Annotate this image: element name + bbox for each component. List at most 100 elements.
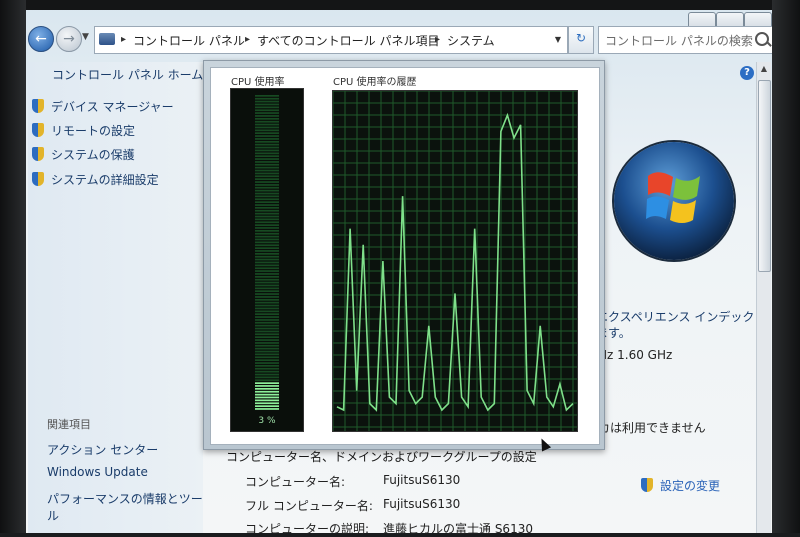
sidebar-item-remote-settings[interactable]: リモートの設定 [32, 122, 135, 139]
meter-segment [255, 106, 279, 109]
breadcrumb-all-items[interactable]: すべてのコントロール パネル項目 [257, 32, 440, 49]
sidebar-home-link[interactable]: コントロール パネル ホーム [52, 66, 203, 83]
meter-segment [255, 129, 279, 132]
related-action-center[interactable]: アクション センター [47, 441, 158, 458]
experience-index-link[interactable]: エクスペリエンス インデック [596, 308, 754, 325]
computer-name-label: コンピューター名: [245, 475, 346, 489]
forward-arrow-icon: → [63, 31, 75, 47]
meter-segment [255, 244, 279, 247]
computer-description-value: 進藤ヒカルの富士通 S6130 [383, 522, 533, 536]
shield-icon [32, 99, 44, 113]
meter-segment [255, 330, 279, 333]
history-dropdown-icon[interactable]: ▼ [82, 32, 89, 42]
breadcrumb-separator-icon[interactable]: ▸ [245, 34, 250, 45]
meter-segment [255, 143, 279, 146]
scroll-thumb[interactable] [758, 80, 771, 272]
back-arrow-icon: ← [35, 31, 47, 47]
meter-segment [255, 95, 279, 97]
refresh-button[interactable]: ↻ [568, 26, 594, 54]
meter-segment [255, 313, 279, 315]
meter-segment [255, 178, 279, 180]
sidebar-item-system-protection[interactable]: システムの保護 [32, 146, 135, 163]
meter-segment [255, 293, 279, 295]
meter-segment [255, 215, 279, 218]
meter-segment [255, 373, 279, 376]
computer-name-value: FujitsuS6130 [383, 473, 461, 487]
related-windows-update[interactable]: Windows Update [47, 465, 148, 479]
meter-segment [255, 304, 279, 307]
address-bar[interactable]: ▸ コントロール パネル ▸ すべてのコントロール パネル項目 ▸ システム ▼ [94, 26, 568, 54]
cpu-history-graph [332, 90, 578, 432]
full-computer-name-label: フル コンピューター名: [245, 499, 373, 513]
meter-segment [255, 278, 279, 281]
meter-segment [255, 103, 279, 106]
sidebar-item-advanced-settings[interactable]: システムの詳細設定 [32, 171, 159, 188]
meter-segment [255, 181, 279, 183]
cpu-history-line [336, 112, 574, 412]
help-icon[interactable]: ? [740, 66, 754, 80]
cpu-history-label: CPU 使用率の履歴 [333, 77, 417, 88]
meter-segment [255, 353, 279, 356]
meter-segment [255, 376, 279, 379]
meter-segment [255, 408, 279, 410]
meter-segment [255, 152, 279, 155]
meter-segment [255, 192, 279, 195]
back-button[interactable]: ← [28, 26, 54, 52]
shield-icon [32, 172, 44, 186]
meter-segment [255, 290, 279, 292]
monitor-bezel-top [0, 0, 800, 10]
meter-segment [255, 230, 279, 232]
search-icon[interactable] [755, 32, 769, 46]
meter-segment [255, 118, 279, 120]
meter-segment [255, 175, 279, 178]
meter-segment [255, 123, 279, 126]
search-input[interactable]: コントロール パネルの検索 [598, 26, 774, 54]
meter-segment [255, 270, 279, 272]
meter-segment [255, 141, 279, 143]
change-settings-link[interactable]: 設定の変更 [641, 477, 720, 494]
meter-segment [255, 359, 279, 361]
refresh-icon: ↻ [575, 31, 587, 45]
computer-description-label: コンピューターの説明: [245, 522, 370, 536]
breadcrumb-system[interactable]: システム [447, 32, 495, 49]
meter-segment [255, 138, 279, 140]
related-performance-info[interactable]: パフォーマンスの情報とツー [47, 490, 203, 507]
meter-segment [255, 296, 279, 298]
meter-segment [255, 126, 279, 129]
meter-segment [255, 350, 279, 353]
scrollbar[interactable]: ▲ [756, 62, 771, 533]
forward-button[interactable]: → [56, 26, 82, 52]
meter-segment [255, 161, 279, 163]
meter-segment [255, 393, 279, 396]
related-performance-info-cont[interactable]: ル [47, 507, 59, 524]
sidebar-item-device-manager[interactable]: デバイス マネージャー [32, 98, 174, 115]
related-heading: 関連項目 [47, 418, 91, 431]
shield-icon [32, 147, 44, 161]
breadcrumb-separator-icon[interactable]: ▸ [121, 34, 126, 45]
meter-segment [255, 333, 279, 336]
meter-segment [255, 310, 279, 313]
meter-segment [255, 218, 279, 221]
address-dropdown-icon[interactable]: ▼ [555, 35, 561, 44]
meter-segment [255, 195, 279, 198]
meter-segment [255, 342, 279, 344]
breadcrumb-control-panel[interactable]: コントロール パネル [133, 32, 245, 49]
monitor-bezel-right [772, 0, 800, 533]
meter-segment [255, 362, 279, 364]
processor-speed: Hz 1.60 GHz [598, 348, 673, 362]
breadcrumb-separator-icon[interactable]: ▸ [435, 34, 440, 45]
meter-segment [255, 146, 279, 149]
scroll-up-icon[interactable]: ▲ [757, 62, 771, 76]
meter-segment [255, 227, 279, 229]
meter-segment [255, 339, 279, 341]
meter-segment [255, 347, 279, 350]
meter-segment [255, 370, 279, 373]
meter-segment [255, 344, 279, 347]
search-placeholder: コントロール パネルの検索 [605, 34, 753, 48]
meter-segment [255, 241, 279, 244]
meter-segment [255, 238, 279, 241]
shield-icon [641, 478, 653, 492]
meter-segment [255, 321, 279, 324]
meter-segment [255, 258, 279, 261]
meter-segment [255, 379, 279, 382]
